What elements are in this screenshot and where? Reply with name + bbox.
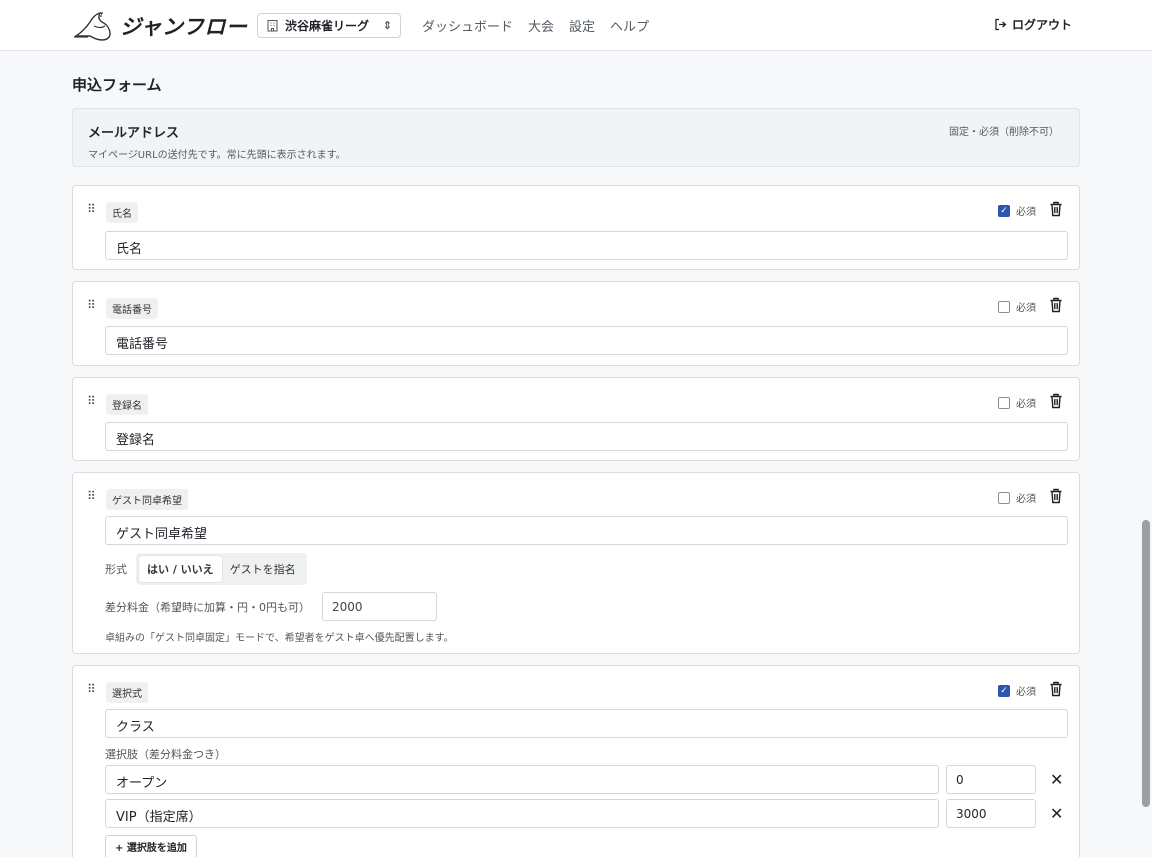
field-card: ⠿ ゲスト同卓希望 必須 ゲスト同卓希望 形式 はい / いいえ ゲストを指名 …	[72, 472, 1080, 654]
trash-icon[interactable]	[1049, 681, 1063, 697]
nav-help[interactable]: ヘルプ	[610, 16, 649, 35]
required-checkbox[interactable]: ✓	[998, 684, 1010, 697]
page-scrollbar[interactable]	[1142, 520, 1150, 807]
field-type-badge: ゲスト同卓希望	[106, 489, 188, 510]
field-label-input[interactable]: 電話番号	[105, 326, 1068, 355]
logout-icon	[995, 18, 1007, 31]
drag-handle-icon[interactable]: ⠿	[87, 203, 96, 215]
nav-dashboard[interactable]: ダッシュボード	[422, 16, 513, 35]
email-field-description: マイページURLの送付先です。常に先頭に表示されます。	[88, 150, 346, 161]
trash-icon[interactable]	[1049, 201, 1063, 217]
required-label: 必須	[1016, 399, 1036, 410]
required-label: 必須	[1016, 687, 1036, 698]
options-caption: 選択肢（差分料金つき）	[105, 748, 226, 761]
email-field-block: メールアドレス マイページURLの送付先です。常に先頭に表示されます。 固定・必…	[72, 108, 1080, 167]
main-nav: ダッシュボード 大会 設定 ヘルプ	[422, 16, 649, 35]
chevron-updown-icon: ⇕	[382, 19, 392, 32]
org-selector[interactable]: 渋谷麻雀リーグ ⇕	[257, 13, 401, 38]
field-type-badge: 氏名	[106, 202, 138, 223]
email-field-title: メールアドレス	[88, 126, 180, 141]
field-label-input[interactable]: クラス	[105, 709, 1068, 738]
field-note: 卓組みの「ゲスト同卓固定」モードで、希望者をゲスト卓へ優先配置します。	[105, 633, 454, 644]
brand-logo[interactable]: ジャンフロー	[72, 9, 247, 43]
field-type-badge: 電話番号	[106, 298, 158, 319]
field-label-input[interactable]: 登録名	[105, 422, 1068, 451]
field-type-badge: 選択式	[106, 682, 148, 703]
required-toggle[interactable]: 必須	[998, 299, 1036, 314]
option-row: VIP（指定席） 3000 ✕	[105, 799, 1063, 828]
required-label: 必須	[1016, 207, 1036, 218]
field-label-input[interactable]: 氏名	[105, 231, 1068, 260]
format-label: 形式	[105, 563, 127, 576]
option-label-input[interactable]: オープン	[105, 765, 939, 794]
top-header: ジャンフロー 渋谷麻雀リーグ ⇕ ダッシュボード 大会 設定 ヘルプ ログアウト	[0, 0, 1152, 51]
drag-handle-icon[interactable]: ⠿	[87, 395, 96, 407]
field-card: ⠿ 氏名 ✓ 必須 氏名	[72, 185, 1080, 270]
required-label: 必須	[1016, 303, 1036, 314]
page-title: 申込フォーム	[72, 76, 162, 94]
required-toggle[interactable]: 必須	[998, 395, 1036, 410]
field-card: ⠿ 登録名 必須 登録名	[72, 377, 1080, 461]
option-row: オープン 0 ✕	[105, 765, 1063, 794]
option-fee-input[interactable]: 0	[946, 765, 1036, 794]
trash-icon[interactable]	[1049, 488, 1063, 504]
option-fee-input[interactable]: 3000	[946, 799, 1036, 828]
trash-icon[interactable]	[1049, 393, 1063, 409]
required-checkbox[interactable]	[998, 300, 1010, 313]
bird-logo-icon	[73, 11, 111, 41]
required-checkbox[interactable]	[998, 396, 1010, 409]
email-fixed-note: 固定・必須（削除不可）	[949, 127, 1059, 138]
nav-settings[interactable]: 設定	[569, 16, 595, 35]
fee-row: 差分料金（希望時に加算・円・0円も可） 2000	[105, 592, 437, 621]
nav-tournaments[interactable]: 大会	[528, 16, 554, 35]
field-card: ⠿ 選択式 ✓ 必須 クラス 選択肢（差分料金つき） オープン 0 ✕ VIP（…	[72, 665, 1080, 857]
org-name: 渋谷麻雀リーグ	[285, 19, 370, 33]
required-checkbox[interactable]: ✓	[998, 204, 1010, 217]
field-type-badge: 登録名	[106, 394, 148, 415]
format-row: 形式 はい / いいえ ゲストを指名	[105, 553, 307, 585]
option-label-input[interactable]: VIP（指定席）	[105, 799, 939, 828]
fee-label: 差分料金（希望時に加算・円・0円も可）	[105, 600, 310, 614]
drag-handle-icon[interactable]: ⠿	[87, 490, 96, 502]
drag-handle-icon[interactable]: ⠿	[87, 683, 96, 695]
required-checkbox[interactable]	[998, 491, 1010, 504]
required-label: 必須	[1016, 494, 1036, 505]
required-toggle[interactable]: ✓ 必須	[998, 683, 1036, 698]
format-option-yes-no[interactable]: はい / いいえ	[139, 556, 222, 582]
remove-option-icon[interactable]: ✕	[1050, 770, 1063, 789]
required-toggle[interactable]: 必須	[998, 490, 1036, 505]
format-option-nominate-guest[interactable]: ゲストを指名	[222, 556, 304, 582]
add-option-button[interactable]: + 選択肢を追加	[105, 835, 197, 857]
brand-name: ジャンフロー	[120, 15, 248, 39]
building-icon	[267, 20, 278, 32]
remove-option-icon[interactable]: ✕	[1050, 804, 1063, 823]
trash-icon[interactable]	[1049, 297, 1063, 313]
field-card: ⠿ 電話番号 必須 電話番号	[72, 281, 1080, 366]
fee-input[interactable]: 2000	[322, 592, 437, 621]
logout-label: ログアウト	[1012, 18, 1073, 32]
format-segmented-control: はい / いいえ ゲストを指名	[136, 553, 307, 585]
drag-handle-icon[interactable]: ⠿	[87, 299, 96, 311]
field-label-input[interactable]: ゲスト同卓希望	[105, 516, 1068, 545]
required-toggle[interactable]: ✓ 必須	[998, 203, 1036, 218]
logout-button[interactable]: ログアウト	[994, 16, 1072, 33]
